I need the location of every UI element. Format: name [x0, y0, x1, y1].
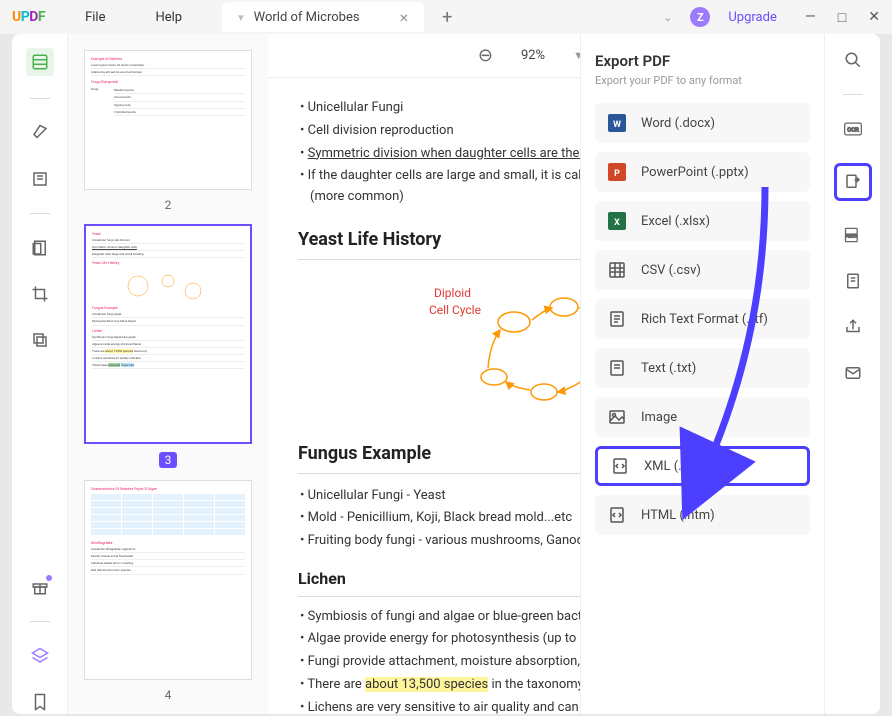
- pdfa-icon[interactable]: PDF/A: [841, 223, 865, 247]
- export-xml[interactable]: XML (.xml): [595, 446, 810, 486]
- thumbnail-number-3: 3: [159, 452, 177, 468]
- tab-dropdown-icon[interactable]: ▾: [238, 11, 244, 24]
- export-icon[interactable]: [834, 163, 872, 201]
- xml-icon: [610, 456, 630, 476]
- close-tab-icon[interactable]: ×: [400, 8, 409, 27]
- html-icon: [607, 505, 627, 525]
- page-tool-icon[interactable]: [28, 236, 52, 260]
- thumbnail-page-2[interactable]: Example of Bacteria Lorem ipsum dolor si…: [84, 50, 252, 190]
- export-txt[interactable]: Text (.txt): [595, 348, 810, 388]
- highlighter-icon[interactable]: [28, 121, 52, 145]
- search-icon[interactable]: [841, 48, 865, 72]
- csv-icon: [607, 260, 627, 280]
- ppt-icon: P: [607, 162, 627, 182]
- export-image[interactable]: Image: [595, 397, 810, 437]
- left-toolbar: [12, 34, 68, 714]
- svg-text:Cell Cycle: Cell Cycle: [429, 303, 481, 317]
- export-powerpoint[interactable]: PPowerPoint (.pptx): [595, 152, 810, 192]
- word-icon: W: [607, 113, 627, 133]
- zoom-out-icon[interactable]: ⊖: [478, 45, 493, 66]
- image-icon: [607, 407, 627, 427]
- tab-title: World of Microbes: [254, 10, 360, 25]
- svg-text:W: W: [613, 120, 621, 130]
- menu-file[interactable]: File: [85, 10, 105, 25]
- maximize-icon[interactable]: □: [838, 9, 846, 26]
- document-tab[interactable]: ▾ World of Microbes ×: [222, 2, 424, 32]
- export-csv[interactable]: CSV (.csv): [595, 250, 810, 290]
- user-avatar[interactable]: Z: [690, 7, 710, 27]
- export-subtitle: Export your PDF to any format: [595, 74, 810, 87]
- thumbnail-page-4[interactable]: Characteristics Of Selected Phyla Of Alg…: [84, 480, 252, 680]
- export-panel: Export PDF Export your PDF to any format…: [580, 34, 824, 714]
- right-toolbar: OCR PDF/A: [824, 34, 880, 714]
- svg-text:Diploid: Diploid: [434, 286, 471, 300]
- minimize-icon[interactable]: —: [805, 9, 816, 26]
- svg-text:OCR: OCR: [847, 128, 859, 134]
- menu-bar: File Help: [85, 10, 182, 25]
- export-rtf[interactable]: Rich Text Format (.rtf): [595, 299, 810, 339]
- rtf-icon: [607, 309, 627, 329]
- bookmark-icon[interactable]: [28, 690, 52, 714]
- compress-icon[interactable]: [841, 269, 865, 293]
- export-title: Export PDF: [595, 52, 810, 70]
- thumbnail-page-3[interactable]: Yeast Unicellular fungi cell division Sy…: [84, 224, 252, 444]
- upgrade-button[interactable]: Upgrade: [728, 10, 776, 25]
- excel-icon: X: [607, 211, 627, 231]
- txt-icon: [607, 358, 627, 378]
- titlebar-dropdown-icon[interactable]: ⌄: [663, 11, 672, 24]
- gift-icon[interactable]: [28, 575, 52, 599]
- crop-icon[interactable]: [28, 282, 52, 306]
- thumbnails-icon[interactable]: [26, 48, 54, 76]
- layers-icon[interactable]: [28, 644, 52, 668]
- export-html[interactable]: HTML (.htm): [595, 495, 810, 535]
- new-tab-button[interactable]: +: [442, 7, 452, 28]
- ocr-icon[interactable]: OCR: [841, 117, 865, 141]
- text-tool-icon[interactable]: [28, 167, 52, 191]
- svg-text:X: X: [614, 218, 620, 228]
- share-icon[interactable]: [841, 315, 865, 339]
- close-window-icon[interactable]: ✕: [868, 9, 880, 26]
- svg-text:PDF/A: PDF/A: [845, 235, 857, 240]
- svg-text:P: P: [614, 169, 620, 179]
- copy-icon[interactable]: [28, 328, 52, 352]
- mail-icon[interactable]: [841, 361, 865, 385]
- thumbnail-panel[interactable]: Example of Bacteria Lorem ipsum dolor si…: [68, 34, 268, 714]
- zoom-level[interactable]: 92%: [521, 48, 545, 63]
- export-excel[interactable]: XExcel (.xlsx): [595, 201, 810, 241]
- app-logo: UPDF: [12, 9, 45, 25]
- titlebar: UPDF File Help ▾ World of Microbes × + ⌄…: [0, 0, 892, 34]
- thumbnail-number-4: 4: [84, 688, 252, 702]
- app-body: Example of Bacteria Lorem ipsum dolor si…: [12, 34, 880, 714]
- menu-help[interactable]: Help: [155, 10, 182, 25]
- export-word[interactable]: WWord (.docx): [595, 103, 810, 143]
- thumbnail-number-2: 2: [84, 198, 252, 212]
